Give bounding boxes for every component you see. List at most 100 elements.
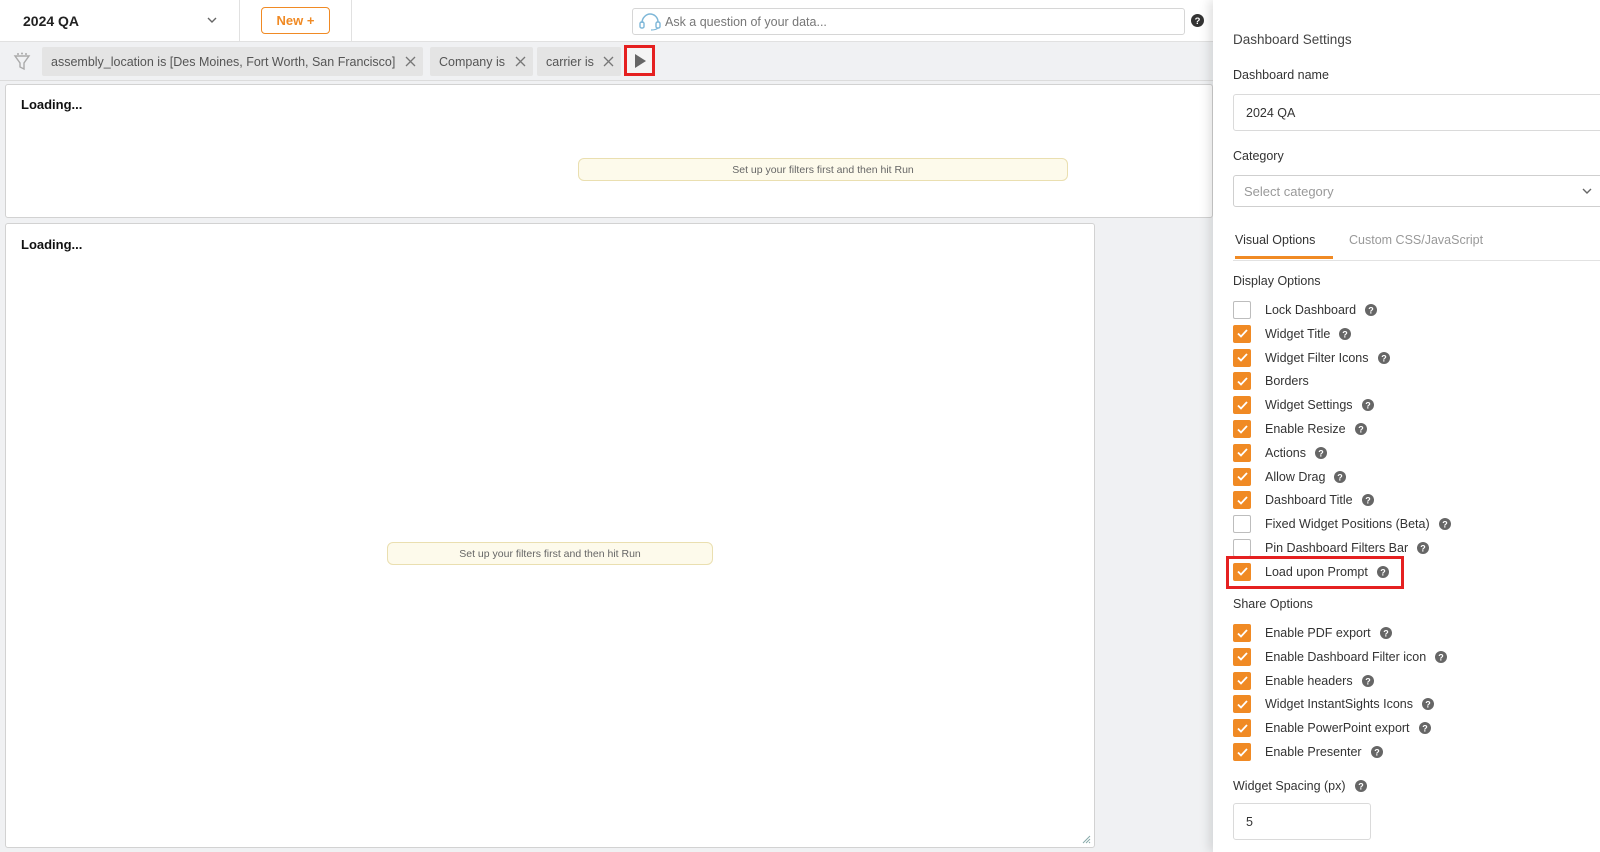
option-row[interactable]: Enable PDF export? [1233,623,1392,643]
checkbox[interactable] [1233,443,1251,462]
help-icon[interactable]: ? [1417,542,1430,554]
filter-bar: assembly_location is [Des Moines, Fort W… [0,42,1213,81]
option-row[interactable]: Widget Title? [1233,324,1352,344]
checkbox[interactable] [1233,420,1251,438]
checkbox[interactable] [1233,515,1251,534]
option-row[interactable]: Enable Resize? [1233,419,1367,439]
checkbox[interactable] [1233,671,1251,690]
close-icon[interactable] [405,56,416,67]
filter-chip-label: carrier is [546,54,594,69]
help-icon[interactable]: ? [1377,351,1390,364]
resize-grip-icon[interactable] [1082,835,1091,844]
filter-notice: Set up your filters first and then hit R… [387,542,713,565]
checkbox[interactable] [1233,324,1251,343]
checkbox[interactable] [1233,647,1251,666]
dashboard-name-label: Dashboard name [1233,68,1329,82]
svg-text:?: ? [1365,676,1371,686]
option-row[interactable]: Widget Settings? [1233,395,1374,415]
checkbox[interactable] [1233,301,1251,319]
help-icon[interactable]: ? [1422,698,1434,711]
option-label: Allow Drag [1265,469,1326,484]
check-icon [1236,724,1248,733]
checkbox[interactable] [1233,491,1251,510]
option-label: Enable headers [1265,673,1353,688]
svg-text:?: ? [1195,16,1201,27]
option-row[interactable]: Actions? [1233,443,1327,463]
funnel-icon[interactable] [13,52,31,72]
help-icon[interactable]: ? [1438,518,1451,531]
ask-input[interactable] [665,14,1165,29]
checkbox[interactable] [1233,467,1251,486]
help-icon[interactable]: ? [1379,627,1392,639]
check-icon [1236,628,1248,638]
checkbox[interactable] [1233,695,1251,714]
help-icon[interactable]: ? [1191,14,1204,27]
play-icon [635,54,646,68]
option-row[interactable]: Widget Filter Icons? [1233,348,1390,368]
option-row[interactable]: Widget InstantSights Icons? [1233,694,1434,714]
checkbox[interactable] [1233,743,1251,761]
option-label: Enable Resize [1265,422,1346,436]
help-icon[interactable]: ? [1315,446,1327,459]
check-icon [1236,747,1248,757]
checkbox[interactable] [1233,348,1251,367]
option-row[interactable]: Fixed Widget Positions (Beta)? [1233,514,1451,534]
help-icon[interactable]: ? [1435,650,1448,663]
tab-visual-options[interactable]: Visual Options [1235,233,1333,259]
option-row[interactable]: Enable Presenter? [1233,742,1383,762]
svg-text:?: ? [1343,329,1349,339]
option-row[interactable]: Enable PowerPoint export? [1233,718,1431,738]
widget-panel: Loading... Set up your filters first and… [5,84,1213,218]
checkbox[interactable] [1233,372,1251,391]
checkbox[interactable] [1233,396,1251,415]
new-button[interactable]: New + [261,7,330,34]
option-row[interactable]: Lock Dashboard? [1233,300,1378,320]
category-label: Category [1233,149,1284,163]
filter-chip[interactable]: Company is [430,47,533,76]
help-icon[interactable]: ? [1361,399,1374,412]
close-icon[interactable] [515,56,526,67]
help-icon[interactable]: ? [1361,674,1374,687]
help-icon[interactable]: ? [1339,327,1352,340]
loading-text: Loading... [21,237,83,252]
checkbox[interactable] [1233,539,1251,557]
option-row[interactable]: Allow Drag? [1233,467,1347,487]
widget-spacing-label: Widget Spacing (px) [1233,779,1346,793]
dashboard-name-input[interactable] [1233,94,1600,131]
help-icon[interactable]: ? [1354,423,1367,435]
filter-chip[interactable]: assembly_location is [Des Moines, Fort W… [42,47,423,76]
help-icon[interactable]: ? [1370,746,1383,758]
new-button-area: New + [240,0,352,42]
option-row[interactable]: Dashboard Title? [1233,490,1374,510]
option-row[interactable]: Pin Dashboard Filters Bar? [1233,538,1430,558]
display-options-heading: Display Options [1233,274,1321,288]
help-icon[interactable]: ? [1365,304,1378,316]
category-select[interactable]: Select category [1233,175,1600,207]
help-icon[interactable]: ? [1334,470,1347,483]
option-label: Actions [1265,445,1306,460]
ask-question-box[interactable] [632,8,1185,35]
option-row[interactable]: Borders [1233,371,1309,391]
checkbox[interactable] [1233,624,1251,642]
help-icon[interactable]: ? [1354,780,1367,792]
check-icon [1236,424,1248,434]
dashboard-selector[interactable]: 2024 QA [0,0,240,42]
svg-text:?: ? [1420,543,1426,553]
run-button[interactable] [624,45,655,76]
check-icon [1236,329,1248,339]
help-icon[interactable]: ? [1361,494,1374,507]
tab-custom-css-javascript[interactable]: Custom CSS/JavaScript [1349,233,1483,256]
close-icon[interactable] [603,56,614,67]
option-row[interactable]: Enable Dashboard Filter icon? [1233,647,1448,667]
category-placeholder: Select category [1244,184,1334,199]
widget-spacing-input[interactable] [1233,803,1371,840]
option-row[interactable]: Enable headers? [1233,671,1374,691]
svg-text:?: ? [1442,519,1448,529]
checkbox[interactable] [1233,719,1251,738]
svg-text:?: ? [1318,448,1324,458]
help-icon[interactable]: ? [1418,722,1431,735]
check-icon [1236,652,1248,662]
filter-chip[interactable]: carrier is [537,47,621,76]
highlight-box [1226,556,1404,589]
check-icon [1236,496,1248,505]
